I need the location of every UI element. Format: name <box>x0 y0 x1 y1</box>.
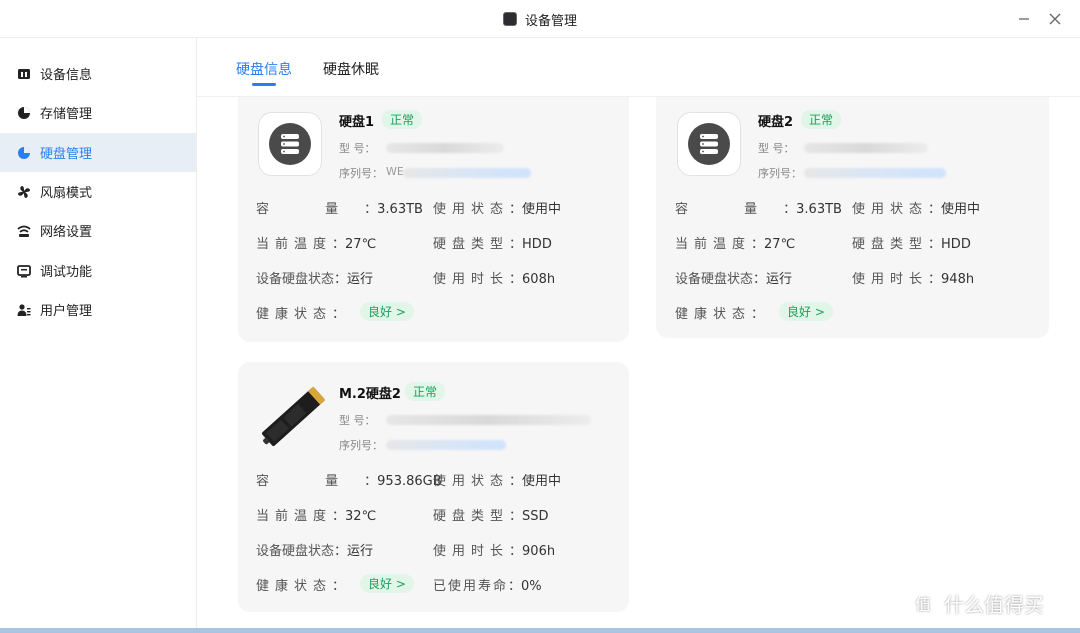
model-redacted <box>804 143 928 153</box>
dev-state-row: 设备硬盘状态：运行 <box>256 272 374 287</box>
sidebar-item-storage[interactable]: 存储管理 <box>0 93 196 132</box>
life-row: 已使用寿命：0% <box>433 579 542 594</box>
close-button[interactable] <box>1045 9 1065 29</box>
serial-label: 序列号： <box>758 167 802 180</box>
minimize-icon <box>1019 18 1029 20</box>
type-row: 硬盘类型：HDD <box>433 237 552 252</box>
temp-row: 当前温度：32℃ <box>256 509 377 524</box>
monitor-icon <box>16 263 31 278</box>
health-badge[interactable]: 良好 > <box>360 302 414 321</box>
sidebar-item-device-info[interactable]: 设备信息 <box>0 54 196 93</box>
health-row: 健康状态： <box>675 307 765 322</box>
model-label: 型 号： <box>758 142 795 155</box>
model-label: 型 号： <box>339 142 376 155</box>
watermark: 值 什么值得买 <box>908 588 1044 618</box>
watermark-logo-icon: 值 <box>908 588 938 618</box>
hdd-icon <box>258 112 322 176</box>
use-state-row: 使用状态：使用中 <box>433 474 562 489</box>
watermark-text: 什么值得买 <box>944 592 1044 617</box>
disk-name: M.2硬盘2 <box>339 387 401 402</box>
type-row: 硬盘类型：HDD <box>852 237 971 252</box>
health-row: 健康状态： <box>256 579 346 594</box>
duration-row: 使用时长：906h <box>433 544 556 559</box>
health-badge[interactable]: 良好 > <box>360 574 414 593</box>
type-row: 硬盘类型：SSD <box>433 509 549 524</box>
sidebar: 设备信息 存储管理 硬盘管理 风扇模式 网络设置 调试功能 用户管理 <box>0 38 197 633</box>
app-icon <box>502 12 517 26</box>
serial-redacted <box>804 168 946 178</box>
close-icon <box>1049 13 1061 25</box>
model-label: 型 号： <box>339 414 376 427</box>
minimize-button[interactable] <box>1014 9 1034 29</box>
storage-pie-icon <box>16 105 31 120</box>
serial-visible: WE <box>386 165 404 178</box>
duration-row: 使用时长：948h <box>852 272 975 287</box>
sidebar-item-users[interactable]: 用户管理 <box>0 290 196 329</box>
duration-row: 使用时长：608h <box>433 272 556 287</box>
sidebar-item-debug[interactable]: 调试功能 <box>0 251 196 290</box>
status-badge: 正常 <box>801 110 842 129</box>
tab-disk-sleep[interactable]: 硬盘休眠 <box>323 59 379 79</box>
temp-row: 当前温度：27℃ <box>256 237 377 252</box>
active-tab-indicator <box>252 83 276 86</box>
users-icon <box>16 302 31 317</box>
sidebar-item-network[interactable]: 网络设置 <box>0 211 196 250</box>
status-badge: 正常 <box>405 382 446 401</box>
serial-label: 序列号： <box>339 439 383 452</box>
use-state-row: 使用状态：使用中 <box>852 202 981 217</box>
serial-label: 序列号： <box>339 167 383 180</box>
sidebar-item-fan-mode[interactable]: 风扇模式 <box>0 172 196 211</box>
disk-card-1: 硬盘1 正常 型 号： 序列号： WE 容 量：3.63TB 使用状态：使用中 … <box>238 78 629 342</box>
wifi-icon <box>16 223 31 238</box>
sidebar-item-disk-management[interactable]: 硬盘管理 <box>0 133 196 172</box>
model-redacted <box>386 143 504 153</box>
health-badge[interactable]: 良好 > <box>779 302 833 321</box>
device-info-icon <box>16 66 31 81</box>
status-badge: 正常 <box>382 110 423 129</box>
tab-bar: 硬盘信息 硬盘休眠 <box>197 38 1080 97</box>
serial-redacted <box>403 168 531 178</box>
dev-state-row: 设备硬盘状态：运行 <box>675 272 793 287</box>
capacity-row: 容 量：953.86GB <box>256 474 442 489</box>
hdd-icon <box>677 112 741 176</box>
ssd-icon <box>254 380 334 452</box>
tab-disk-info[interactable]: 硬盘信息 <box>236 59 292 79</box>
title-bar: 设备管理 <box>0 0 1080 38</box>
disk-name: 硬盘1 <box>339 115 375 130</box>
temp-row: 当前温度：27℃ <box>675 237 796 252</box>
serial-redacted <box>386 440 506 450</box>
bottom-edge <box>0 628 1080 633</box>
fan-icon <box>16 184 31 199</box>
dev-state-row: 设备硬盘状态：运行 <box>256 544 374 559</box>
health-row: 健康状态： <box>256 307 346 322</box>
window-title: 设备管理 <box>524 13 577 29</box>
disk-card-m2: M.2硬盘2 正常 型 号： 序列号： 容 量：953.86GB 使用状态：使用… <box>238 362 629 612</box>
main-panel: 硬盘信息 硬盘休眠 硬盘1 正常 型 号： 序列号： WE 容 量：3.63TB… <box>197 38 1080 633</box>
capacity-row: 容 量：3.63TB <box>675 202 842 217</box>
disk-name: 硬盘2 <box>758 115 794 130</box>
capacity-row: 容 量：3.63TB <box>256 202 423 217</box>
model-redacted <box>386 415 591 425</box>
use-state-row: 使用状态：使用中 <box>433 202 562 217</box>
disk-pie-icon <box>16 145 31 160</box>
disk-card-2: 硬盘2 正常 型 号： 序列号： 容 量：3.63TB 使用状态：使用中 当前温… <box>656 78 1049 338</box>
